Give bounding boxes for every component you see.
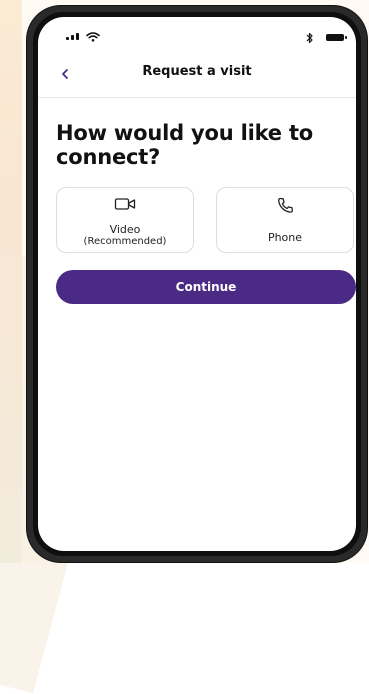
video-icon [57, 196, 193, 214]
phone-icon [217, 196, 353, 214]
video-option-recommended-label: (Recommended) [83, 236, 167, 247]
heading-line-1: How would you like to [56, 121, 314, 145]
battery-icon [326, 34, 347, 41]
top-bar: Request a visit [38, 51, 356, 98]
wifi-icon [86, 28, 100, 47]
continue-button[interactable]: Continue [56, 270, 356, 304]
video-option-card[interactable]: Video (Recommended) [56, 187, 194, 253]
page-title: Request a visit [142, 64, 252, 79]
connect-question-heading: How would you like to connect? [56, 121, 338, 169]
video-option-label: Video [109, 223, 141, 236]
bluetooth-icon [306, 29, 314, 48]
status-bar [38, 17, 356, 51]
heading-line-2: connect? [56, 145, 161, 169]
phone-screen: Request a visit How would you like to co… [38, 17, 356, 551]
phone-option-card[interactable]: Phone [216, 187, 354, 253]
signal-icon [66, 33, 79, 40]
phone-option-label: Phone [267, 231, 303, 244]
